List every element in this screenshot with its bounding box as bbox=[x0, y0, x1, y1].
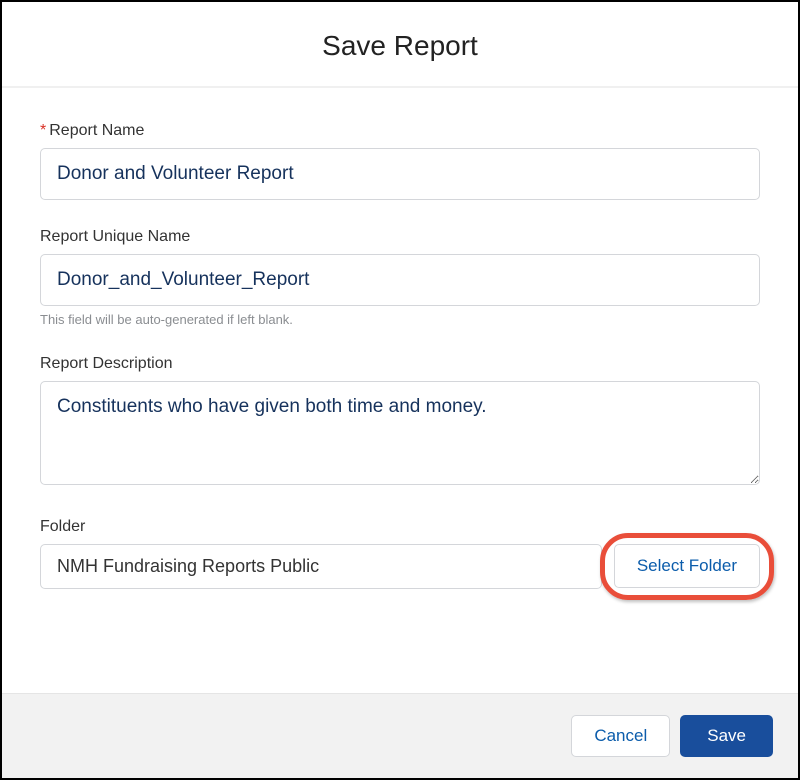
report-unique-name-group: Report Unique Name This field will be au… bbox=[40, 228, 760, 327]
folder-row: Select Folder bbox=[40, 544, 760, 589]
unique-name-help-text: This field will be auto-generated if lef… bbox=[40, 312, 760, 327]
report-unique-name-input[interactable] bbox=[40, 254, 760, 306]
folder-label: Folder bbox=[40, 518, 760, 536]
report-description-input[interactable] bbox=[40, 381, 760, 485]
save-button[interactable]: Save bbox=[680, 715, 773, 757]
report-name-group: *Report Name bbox=[40, 122, 760, 200]
report-description-label: Report Description bbox=[40, 355, 760, 373]
report-name-label-text: Report Name bbox=[49, 122, 144, 139]
modal-header: Save Report bbox=[2, 2, 798, 88]
required-asterisk: * bbox=[40, 122, 46, 139]
modal-title: Save Report bbox=[2, 30, 798, 62]
modal-body: *Report Name Report Unique Name This fie… bbox=[2, 88, 798, 693]
report-unique-name-label: Report Unique Name bbox=[40, 228, 760, 246]
report-name-label: *Report Name bbox=[40, 122, 760, 140]
report-name-input[interactable] bbox=[40, 148, 760, 200]
select-folder-wrap: Select Folder bbox=[614, 544, 760, 589]
report-description-group: Report Description bbox=[40, 355, 760, 490]
folder-input[interactable] bbox=[40, 544, 602, 589]
folder-group: Folder Select Folder bbox=[40, 518, 760, 589]
cancel-button[interactable]: Cancel bbox=[571, 715, 670, 757]
save-report-modal: Save Report *Report Name Report Unique N… bbox=[0, 0, 800, 780]
modal-footer: Cancel Save bbox=[2, 693, 798, 778]
select-folder-button[interactable]: Select Folder bbox=[614, 544, 760, 588]
